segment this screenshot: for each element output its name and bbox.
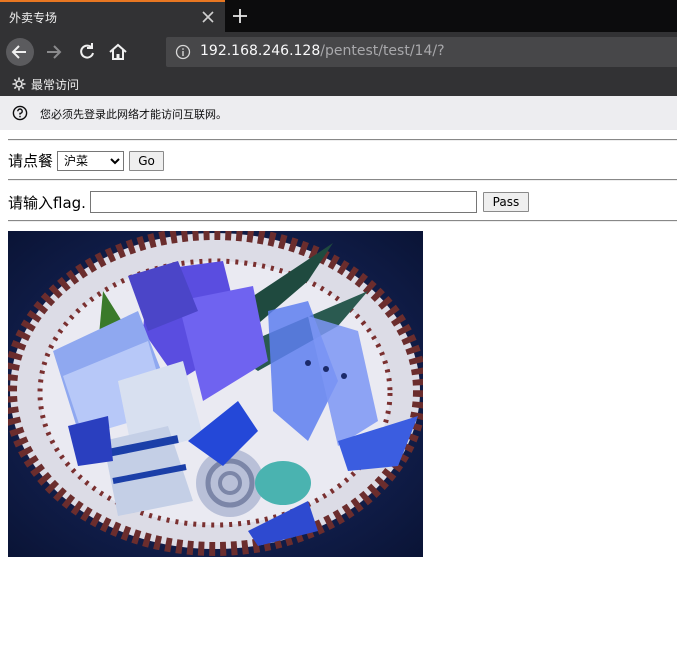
reload-icon <box>80 43 94 59</box>
url-path: /pentest/test/14/? <box>320 43 445 59</box>
arrow-left-icon <box>11 45 26 59</box>
divider <box>8 220 677 222</box>
info-icon[interactable] <box>175 44 191 60</box>
pass-button[interactable]: Pass <box>482 192 529 212</box>
go-button[interactable]: Go <box>129 150 165 171</box>
navigation-bar: 192.168.246.128/pentest/test/14/? <box>0 32 677 72</box>
active-tab[interactable]: 外卖专场 <box>0 0 225 32</box>
home-icon <box>109 43 127 60</box>
reload-button[interactable] <box>73 38 101 66</box>
arrow-right-icon <box>47 45 62 59</box>
forward-button[interactable] <box>40 38 68 66</box>
address-bar[interactable]: 192.168.246.128/pentest/test/14/? <box>166 37 677 67</box>
back-button[interactable] <box>6 38 34 66</box>
order-row: 请点餐 沪菜 Go <box>8 150 165 171</box>
plus-icon[interactable] <box>230 6 250 26</box>
divider <box>8 139 677 141</box>
close-icon[interactable] <box>199 8 217 26</box>
tab-strip: 外卖专场 <box>0 0 677 32</box>
notice-text: 您必须先登录此网络才能访问互联网。 <box>40 108 227 121</box>
bookmark-label: 最常访问 <box>31 77 80 92</box>
url-host: 192.168.246.128 <box>200 43 321 59</box>
gear-icon <box>12 77 26 91</box>
url-text: 192.168.246.128/pentest/test/14/? <box>200 43 445 59</box>
food-image <box>8 231 423 557</box>
flag-input[interactable] <box>89 191 477 213</box>
home-button[interactable] <box>104 38 132 66</box>
question-icon <box>12 105 28 121</box>
flag-label: 请输入flag. <box>8 193 86 212</box>
order-label: 请点餐 <box>8 152 54 170</box>
divider <box>8 179 677 181</box>
flag-row: 请输入flag. Pass <box>8 191 529 213</box>
captive-portal-notice: 您必须先登录此网络才能访问互联网。 <box>0 96 677 130</box>
menu-select[interactable]: 沪菜 <box>57 150 125 171</box>
bookmark-most-visited[interactable]: 最常访问 <box>12 75 79 93</box>
tab-title: 外卖专场 <box>9 11 58 25</box>
bookmarks-bar: 最常访问 <box>0 72 677 96</box>
